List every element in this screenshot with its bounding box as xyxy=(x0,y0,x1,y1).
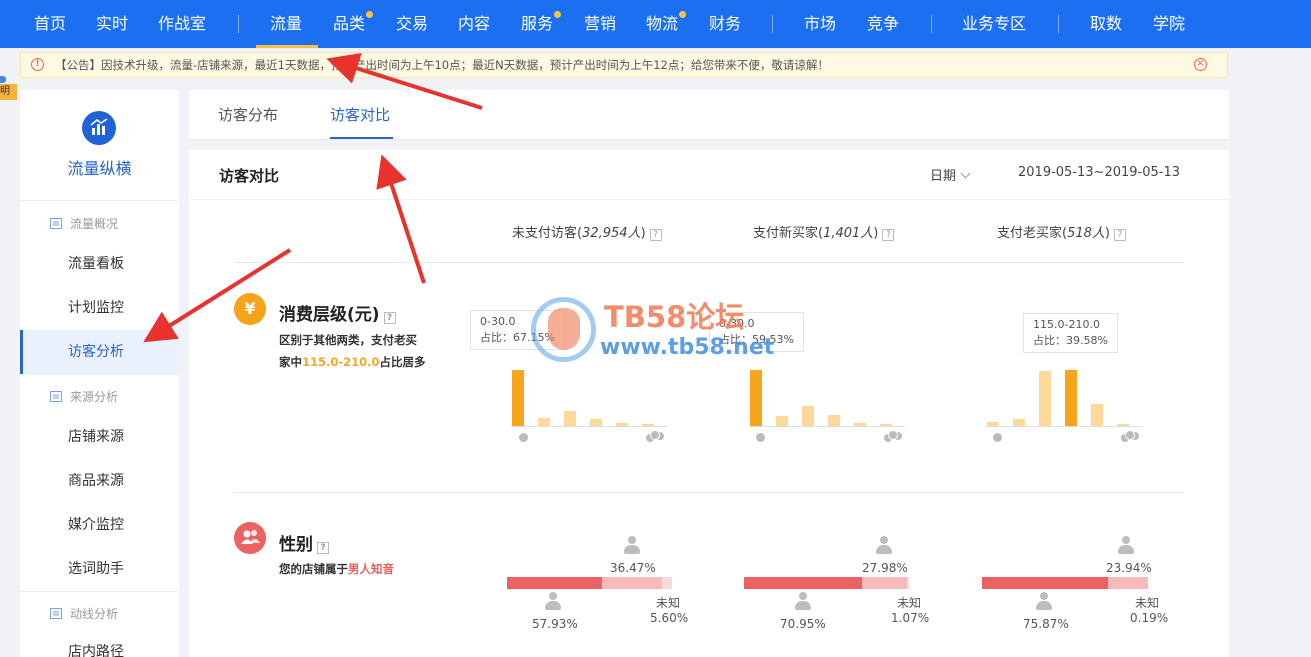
arrow-to-nav xyxy=(326,53,483,110)
arrow-to-tab xyxy=(376,154,426,284)
arrow-to-sidebar xyxy=(143,248,292,343)
annotation-arrows xyxy=(143,53,483,343)
